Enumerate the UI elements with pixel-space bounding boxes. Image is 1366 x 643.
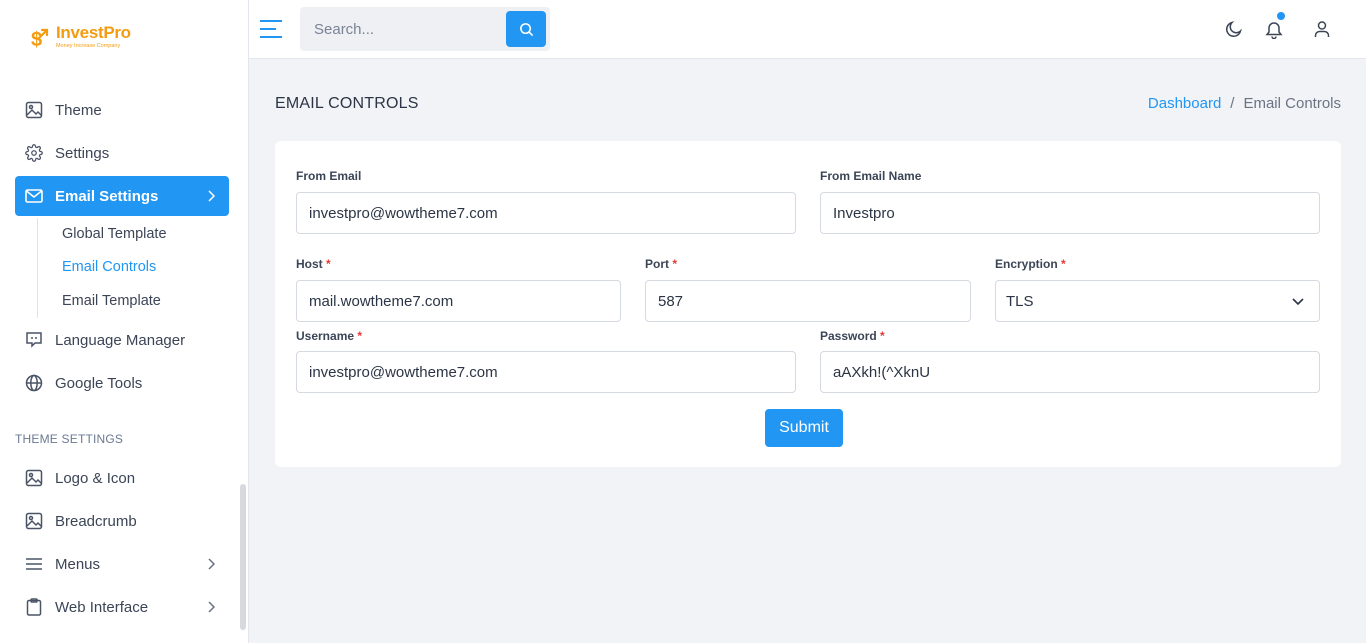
sidebar-item-language-manager[interactable]: Language Manager bbox=[15, 320, 229, 360]
submenu-item-email-controls[interactable]: Email Controls bbox=[62, 259, 156, 275]
breadcrumb: Dashboard / Email Controls bbox=[1148, 95, 1341, 112]
user-menu-button[interactable] bbox=[1311, 18, 1333, 40]
required-mark: * bbox=[672, 257, 678, 271]
sidebar-item-label: Web Interface bbox=[55, 598, 149, 616]
submenu-item-global-template[interactable]: Global Template bbox=[62, 226, 167, 242]
logo-name: InvestPro bbox=[56, 23, 131, 42]
encryption-selected-value: TLS bbox=[1006, 292, 1034, 310]
encryption-select[interactable]: TLS bbox=[995, 280, 1320, 322]
search-bar bbox=[300, 7, 550, 51]
chevron-right-icon bbox=[208, 601, 216, 613]
submenu-item-email-template[interactable]: Email Template bbox=[62, 293, 161, 309]
encryption-label: Encryption * bbox=[995, 257, 1066, 271]
sidebar-item-logo-icon[interactable]: Logo & Icon bbox=[15, 458, 229, 498]
port-field[interactable]: 587 bbox=[645, 280, 971, 322]
sidebar: $ InvestPro Money Increase Company Theme… bbox=[0, 0, 249, 643]
sidebar-item-menus[interactable]: Menus bbox=[15, 544, 229, 584]
host-label: Host * bbox=[296, 257, 331, 271]
breadcrumb-separator: / bbox=[1230, 95, 1235, 112]
search-input[interactable] bbox=[300, 7, 505, 51]
chevron-right-icon bbox=[208, 558, 216, 570]
sidebar-item-label: Menus bbox=[55, 555, 101, 573]
submenu-guide-line bbox=[37, 218, 38, 318]
search-button[interactable] bbox=[506, 11, 546, 47]
image-icon bbox=[25, 512, 43, 530]
logo-tagline: Money Increase Company bbox=[56, 43, 121, 49]
sidebar-item-breadcrumb[interactable]: Breadcrumb bbox=[15, 501, 229, 541]
user-icon bbox=[1314, 21, 1330, 37]
sidebar-item-label: Language Manager bbox=[55, 331, 186, 349]
page-title: EMAIL CONTROLS bbox=[275, 95, 419, 112]
breadcrumb-dashboard-link[interactable]: Dashboard bbox=[1148, 95, 1221, 112]
chevron-down-icon bbox=[1292, 298, 1304, 306]
globe-icon bbox=[25, 374, 43, 392]
chat-icon bbox=[25, 331, 43, 349]
password-label: Password * bbox=[820, 329, 885, 343]
from-email-field[interactable]: investpro@wowtheme7.com bbox=[296, 192, 796, 234]
from-email-label: From Email bbox=[296, 169, 362, 183]
mail-icon bbox=[25, 187, 43, 205]
from-email-name-field[interactable]: Investpro bbox=[820, 192, 1320, 234]
menu-icon bbox=[25, 555, 43, 573]
required-mark: * bbox=[357, 329, 363, 343]
sidebar-item-web-interface[interactable]: Web Interface bbox=[15, 587, 229, 627]
notification-dot bbox=[1277, 12, 1285, 20]
top-header bbox=[249, 0, 1366, 59]
image-icon bbox=[25, 469, 43, 487]
required-mark: * bbox=[880, 329, 885, 343]
clipboard-icon bbox=[25, 598, 43, 616]
username-label: Username * bbox=[296, 329, 363, 343]
port-label: Port * bbox=[645, 257, 678, 271]
email-controls-card: From Email investpro@wowtheme7.com From … bbox=[275, 141, 1341, 467]
sidebar-item-google-tools[interactable]: Google Tools bbox=[15, 363, 229, 403]
password-field[interactable]: aAXkh!(^XknU bbox=[820, 351, 1320, 393]
host-field[interactable]: mail.wowtheme7.com bbox=[296, 280, 621, 322]
gear-icon bbox=[25, 144, 43, 162]
required-mark: * bbox=[326, 257, 331, 271]
hamburger-menu-icon[interactable] bbox=[259, 18, 283, 40]
svg-text:$: $ bbox=[31, 29, 42, 50]
sidebar-scrollbar[interactable] bbox=[240, 484, 246, 630]
sidebar-item-label: Logo & Icon bbox=[55, 469, 136, 487]
notifications-button[interactable] bbox=[1263, 12, 1285, 40]
submit-button[interactable]: Submit bbox=[765, 409, 843, 447]
bell-icon bbox=[1265, 21, 1283, 39]
sidebar-item-label: Settings bbox=[55, 144, 110, 162]
username-field[interactable]: investpro@wowtheme7.com bbox=[296, 351, 796, 393]
sidebar-item-theme[interactable]: Theme bbox=[15, 90, 229, 130]
from-email-name-label: From Email Name bbox=[820, 169, 922, 183]
image-icon bbox=[25, 101, 43, 119]
sidebar-item-label: Theme bbox=[55, 101, 102, 119]
required-mark: * bbox=[1061, 257, 1066, 271]
sidebar-item-label: Email Settings bbox=[55, 187, 159, 205]
chevron-right-icon bbox=[208, 190, 216, 202]
section-label-theme-settings: THEME SETTINGS bbox=[15, 432, 124, 446]
search-icon bbox=[519, 22, 533, 36]
sidebar-item-label: Breadcrumb bbox=[55, 512, 137, 530]
breadcrumb-current: Email Controls bbox=[1243, 95, 1341, 112]
logo[interactable]: $ InvestPro Money Increase Company bbox=[30, 23, 131, 51]
dark-mode-toggle[interactable] bbox=[1223, 18, 1245, 40]
sidebar-item-label: Google Tools bbox=[55, 374, 143, 392]
logo-mark-icon: $ bbox=[31, 28, 49, 50]
sidebar-item-email-settings[interactable]: Email Settings bbox=[15, 176, 229, 216]
moon-icon bbox=[1226, 21, 1242, 37]
sidebar-item-settings[interactable]: Settings bbox=[15, 133, 229, 173]
